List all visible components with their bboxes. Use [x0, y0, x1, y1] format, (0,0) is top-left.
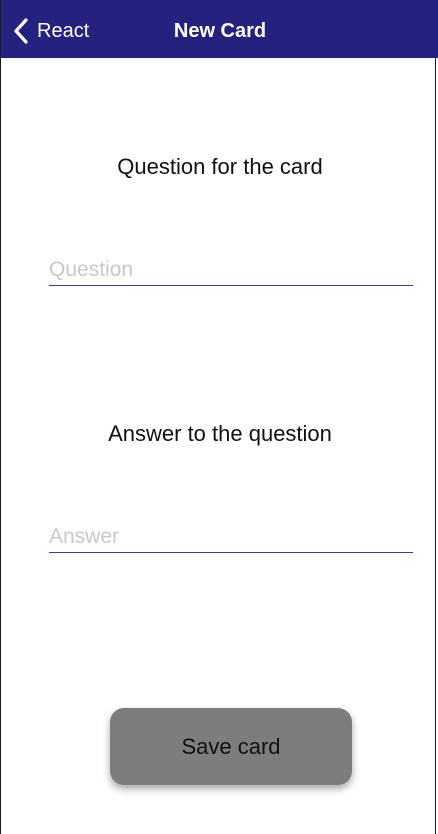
new-card-screen: React New Card Question for the card Ans…: [0, 0, 438, 834]
save-card-button[interactable]: Save card: [110, 708, 352, 785]
answer-input[interactable]: [49, 521, 413, 553]
question-label: Question for the card: [117, 154, 323, 179]
navigation-bar: React New Card: [1, 0, 438, 58]
page-title: New Card: [173, 20, 267, 42]
answer-label: Answer to the question: [108, 421, 332, 446]
question-input[interactable]: [49, 254, 413, 286]
